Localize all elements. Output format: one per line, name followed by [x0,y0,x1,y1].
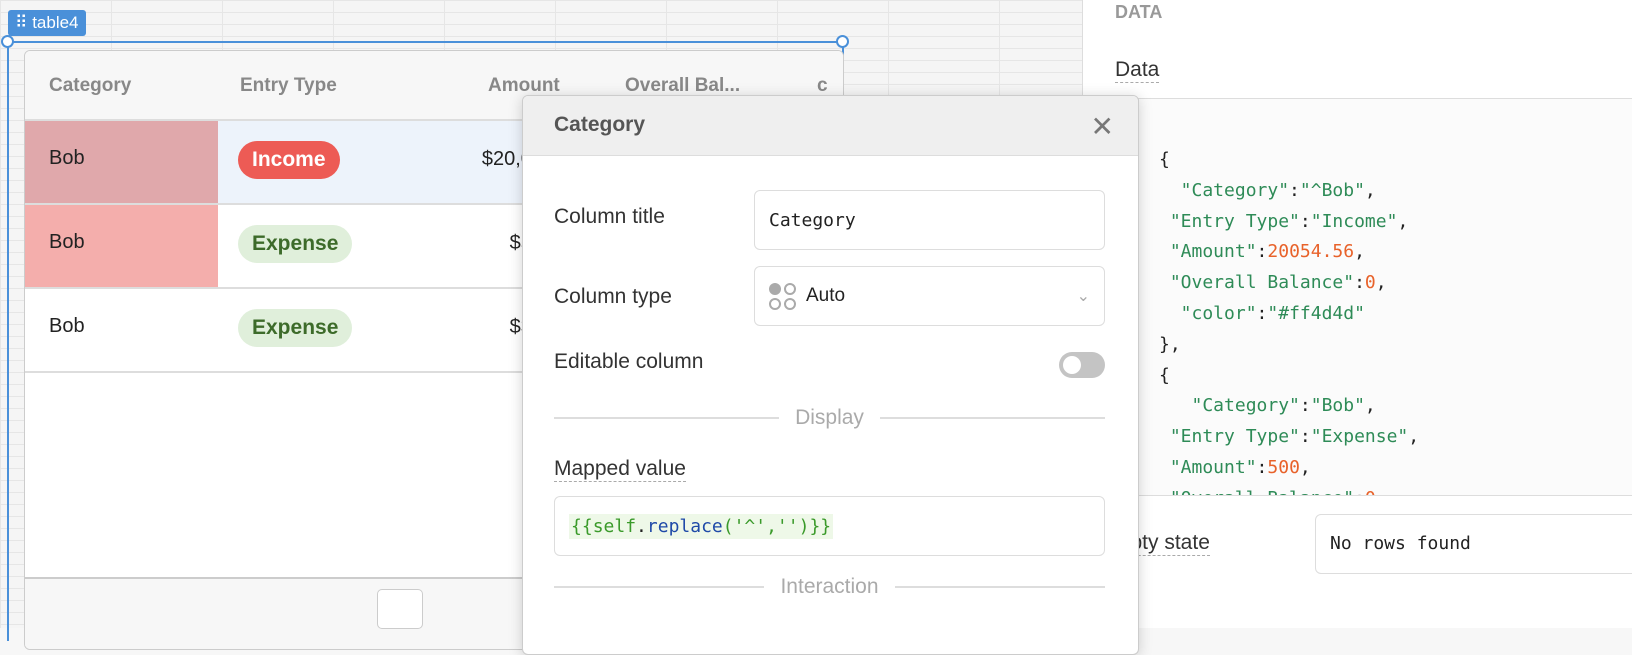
popover-header: Category ✕ [523,96,1138,156]
code-line: "Overall Balance":0, [1159,484,1632,495]
code-line: { [1159,364,1170,386]
code-line: "Overall Balance":0, [1159,272,1387,294]
category-cell[interactable]: Bob [25,205,218,287]
code-line: "Entry Type":"Income", [1159,210,1409,232]
inspector-panel: DATA Data { "Category":"^Bob", "Entry Ty… [1082,0,1632,628]
column-header[interactable]: Category [49,75,131,97]
page-input[interactable] [377,589,423,629]
category-cell[interactable]: Bob [25,289,218,371]
column-header[interactable]: c [817,75,828,97]
column-title-input[interactable]: Category [754,190,1105,250]
popover-title: Category [554,113,646,136]
column-type-select[interactable]: Auto ⌄ [754,266,1105,326]
code-line: "color":"#ff4d4d" [1159,302,1365,324]
code-line: }, [1159,333,1181,355]
empty-state-input[interactable]: No rows found [1315,514,1632,574]
column-settings-popover: Category ✕ Column title Category Column … [522,95,1139,655]
data-code-editor[interactable]: { "Category":"^Bob", "Entry Type":"Incom… [1138,98,1632,496]
column-title-label: Column title [554,205,665,228]
code-line: { [1159,149,1170,170]
resize-handle[interactable] [1,35,14,48]
resize-handle[interactable] [836,35,849,48]
mapped-value-input[interactable]: {{self.replace('^','')}} [554,496,1105,556]
entry-type-tag: Expense [238,309,353,347]
auto-type-icon [769,282,796,310]
column-header[interactable]: Entry Type [240,75,337,97]
code-line: "Category":"^Bob", [1159,179,1376,201]
column-header[interactable]: Overall Bal... [625,75,740,97]
editable-column-label: Editable column [554,350,704,373]
code-line: "Amount":500, [1159,456,1311,478]
data-label: Data [1115,58,1160,83]
entry-type-tag: Income [238,141,340,179]
column-header[interactable]: Amount [488,75,560,97]
editable-column-toggle[interactable] [1059,352,1105,378]
component-name-tag[interactable]: ⠿ table4 [8,10,86,36]
mapped-value-code: {{self.replace('^','')}} [569,513,834,539]
column-type-label: Column type [554,285,672,308]
chevron-down-icon: ⌄ [1076,288,1090,305]
code-line: "Category":"Bob", [1159,395,1376,417]
close-icon[interactable]: ✕ [1091,110,1114,143]
entry-type-tag: Expense [238,225,353,263]
drag-handle-icon[interactable]: ⠿ [15,13,27,32]
section-heading: DATA [1115,2,1163,22]
code-line: "Entry Type":"Expense", [1159,426,1420,448]
interaction-divider: Interaction [554,575,1105,599]
mapped-value-label: Mapped value [554,457,686,482]
code-line: "Amount":20054.56, [1159,241,1365,263]
category-cell[interactable]: Bob [25,121,218,203]
display-divider: Display [554,406,1105,430]
